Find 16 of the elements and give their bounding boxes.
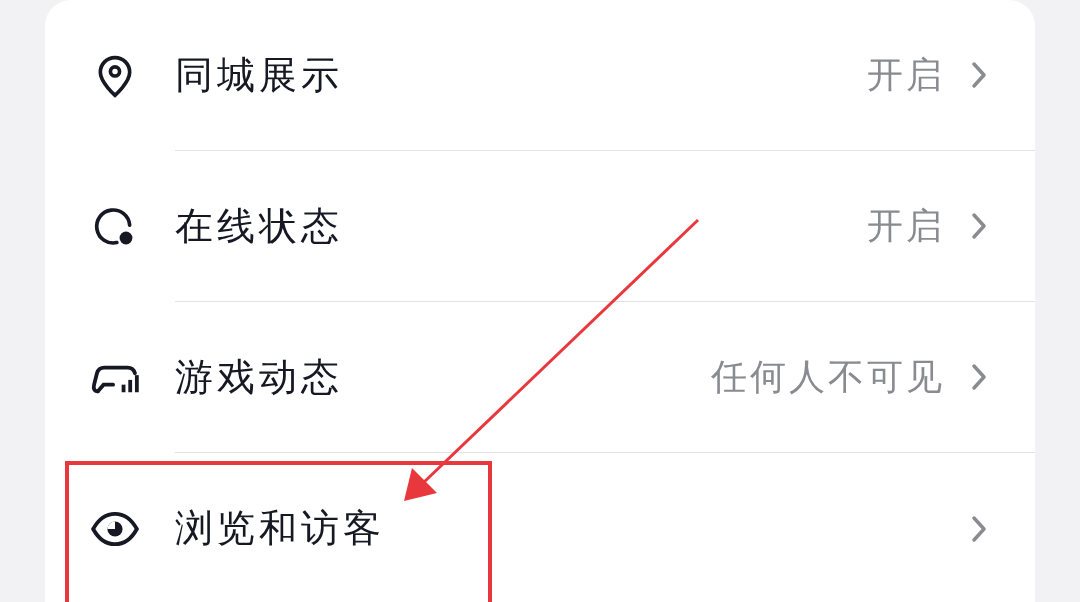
setting-label: 浏览和访客 bbox=[175, 505, 385, 552]
setting-label: 游戏动态 bbox=[175, 353, 343, 401]
chevron-icon bbox=[971, 363, 987, 391]
setting-label: 在线状态 bbox=[175, 202, 343, 250]
setting-value: 开启 bbox=[867, 52, 945, 97]
settings-row[interactable]: 在线状态 开启 bbox=[45, 151, 1035, 302]
eye-icon bbox=[89, 509, 141, 548]
chevron-icon bbox=[971, 514, 987, 543]
settings-row[interactable]: 游戏动态 任何人不可见 bbox=[45, 302, 1035, 453]
setting-label: 同城展示 bbox=[175, 51, 343, 99]
chevron-icon bbox=[971, 212, 987, 240]
settings-row[interactable]: 浏览和访客 bbox=[45, 453, 1035, 602]
setting-value: 任何人不可见 bbox=[711, 354, 945, 399]
setting-value: 开启 bbox=[867, 203, 945, 248]
settings-row[interactable]: 同城展示 开启 bbox=[45, 0, 1035, 151]
chevron-icon bbox=[971, 61, 987, 89]
